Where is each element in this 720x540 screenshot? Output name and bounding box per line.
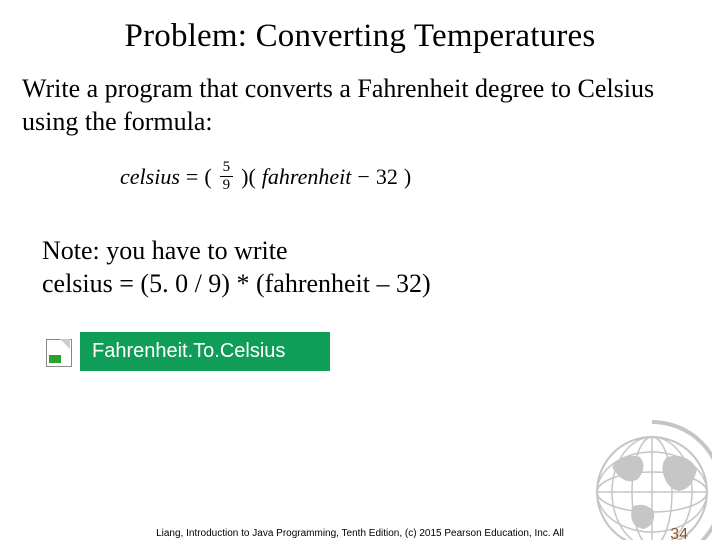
- slide-title: Problem: Converting Temperatures: [0, 18, 720, 55]
- fahrenheit-to-celsius-button[interactable]: Fahrenheit.To.Celsius: [80, 332, 330, 371]
- globe-decoration-icon: [572, 412, 712, 540]
- formula-lparen1: (: [204, 164, 211, 190]
- formula-lhs: celsius: [120, 164, 180, 190]
- note-line-2: celsius = (5. 0 / 9) * (fahrenheit – 32): [42, 268, 690, 301]
- fraction-numerator: 5: [220, 160, 234, 177]
- formula: celsius = ( 5 9 )( fahrenheit − 32 ): [120, 160, 720, 193]
- formula-rparen1: )(: [241, 164, 256, 190]
- button-row: Fahrenheit.To.Celsius: [42, 332, 720, 371]
- copyright-footer: Liang, Introduction to Java Programming,…: [0, 528, 720, 540]
- note-line-1: Note: you have to write: [42, 235, 690, 268]
- fraction-denominator: 9: [223, 177, 231, 193]
- formula-fraction: 5 9: [220, 160, 234, 193]
- slide: Problem: Converting Temperatures Write a…: [0, 18, 720, 540]
- formula-rhs-var: fahrenheit: [262, 164, 352, 190]
- formula-minus: −: [357, 164, 369, 190]
- formula-rparen2: ): [404, 164, 411, 190]
- document-icon: [42, 333, 74, 371]
- formula-const: 32: [376, 164, 398, 190]
- footer-line-1: Liang, Introduction to Java Programming,…: [156, 528, 564, 539]
- page-number: 34: [670, 526, 688, 540]
- note-block: Note: you have to write celsius = (5. 0 …: [42, 235, 690, 300]
- formula-equals: =: [186, 164, 198, 190]
- problem-statement: Write a program that converts a Fahrenhe…: [22, 73, 690, 138]
